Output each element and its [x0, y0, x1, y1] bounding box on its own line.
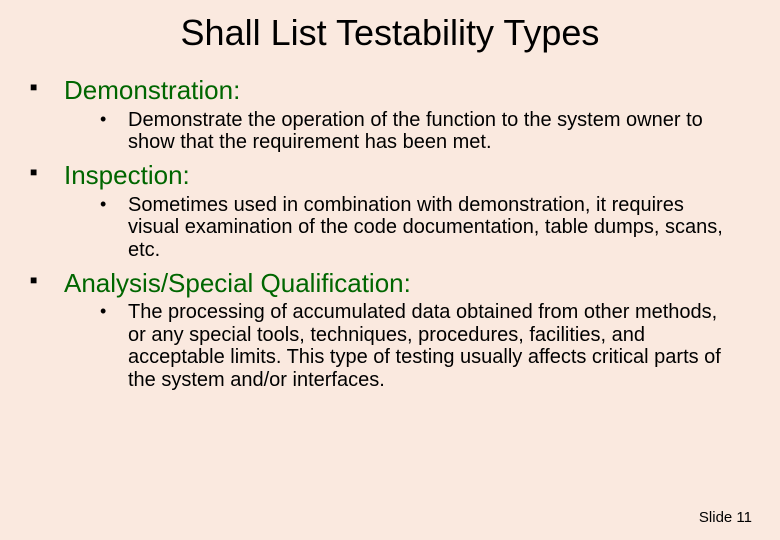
- section-inspection: Inspection: Sometimes used in combinatio…: [26, 159, 758, 261]
- section-heading: Demonstration:: [64, 74, 758, 107]
- section-body: The processing of accumulated data obtai…: [94, 301, 738, 391]
- slide-title: Shall List Testability Types: [22, 12, 758, 54]
- slide-number: Slide 11: [699, 509, 752, 526]
- section-sublist: Demonstrate the operation of the functio…: [94, 109, 738, 154]
- section-body: Sometimes used in combination with demon…: [94, 194, 738, 261]
- slide: Shall List Testability Types Demonstrati…: [0, 0, 780, 540]
- section-heading: Analysis/Special Qualification:: [64, 267, 758, 300]
- section-heading: Inspection:: [64, 159, 758, 192]
- section-body: Demonstrate the operation of the functio…: [94, 109, 738, 154]
- section-sublist: Sometimes used in combination with demon…: [94, 194, 738, 261]
- section-demonstration: Demonstration: Demonstrate the operation…: [26, 74, 758, 153]
- section-sublist: The processing of accumulated data obtai…: [94, 301, 738, 391]
- section-analysis: Analysis/Special Qualification: The proc…: [26, 267, 758, 391]
- content-list: Demonstration: Demonstrate the operation…: [26, 74, 758, 391]
